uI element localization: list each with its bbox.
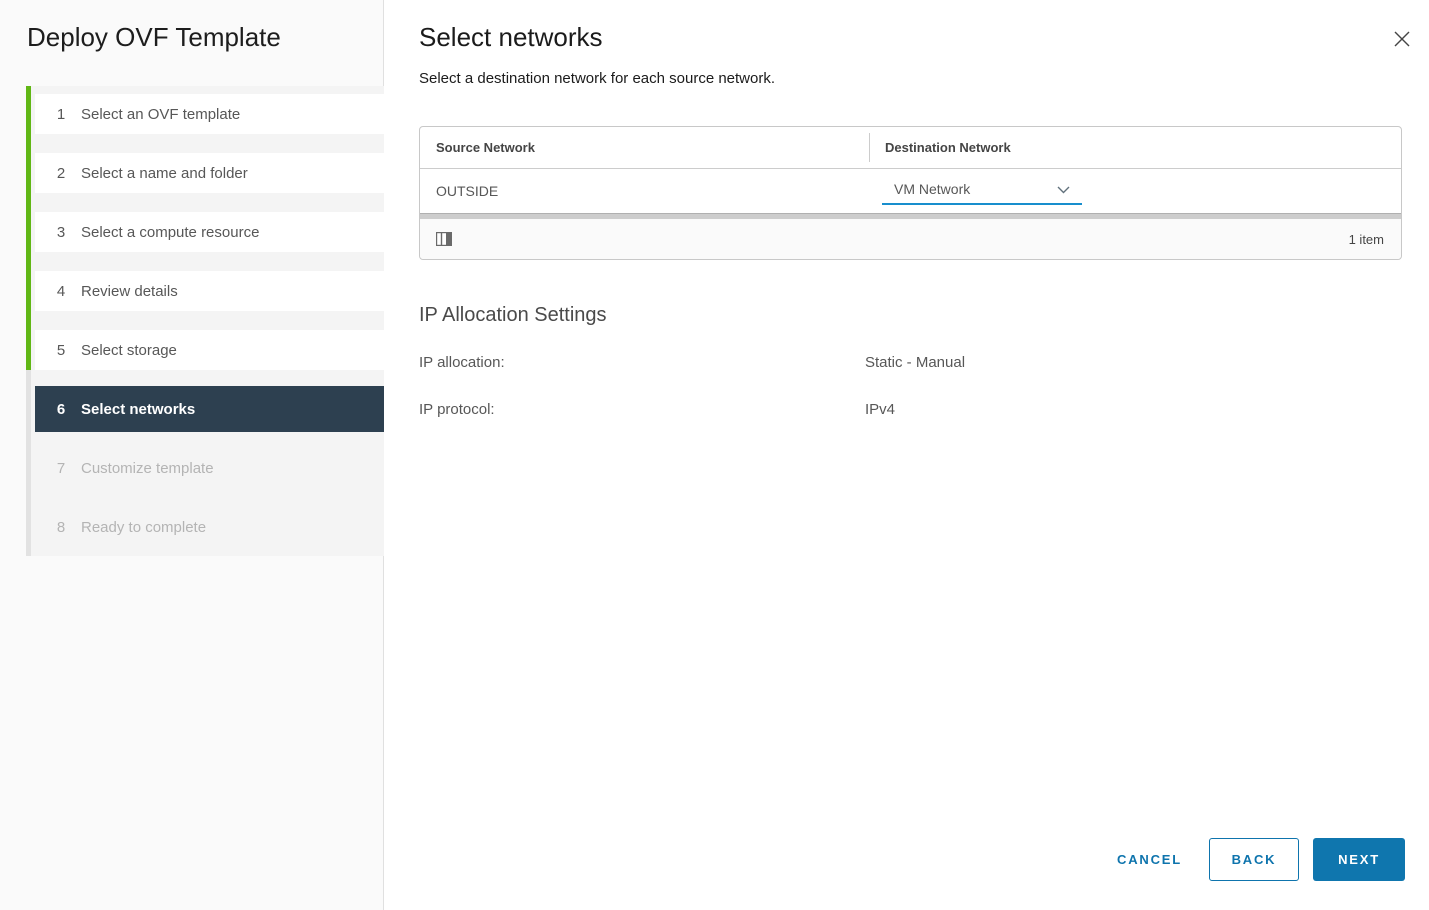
- page-title: Select networks: [419, 22, 603, 52]
- step-label: Customize template: [81, 459, 214, 477]
- next-button[interactable]: NEXT: [1313, 838, 1405, 881]
- column-header-source-network: Source Network: [436, 140, 535, 155]
- step-label: Select storage: [81, 341, 177, 359]
- destination-network-select[interactable]: VM Network: [882, 178, 1082, 205]
- step-item-customize-template: 7 Customize template: [35, 448, 384, 488]
- step-number: 4: [56, 282, 66, 300]
- columns-icon: [435, 231, 453, 249]
- column-picker-button[interactable]: [435, 231, 453, 249]
- step-label: Select a compute resource: [81, 223, 260, 241]
- step-item-review-details[interactable]: 4 Review details: [35, 271, 384, 311]
- ip-allocation-row: IP allocation: Static - Manual: [419, 354, 1429, 371]
- ip-protocol-label: IP protocol:: [419, 401, 495, 418]
- ip-allocation-heading: IP Allocation Settings: [419, 304, 607, 326]
- step-item-select-ovf-template[interactable]: 1 Select an OVF template: [35, 94, 384, 134]
- progress-bar-completed: [26, 86, 31, 370]
- ip-protocol-row: IP protocol: IPv4: [419, 401, 1429, 418]
- item-count: 1 item: [1348, 231, 1384, 247]
- step-number: 2: [56, 164, 66, 182]
- close-icon: [1391, 31, 1413, 53]
- step-item-select-networks[interactable]: 6 Select networks: [35, 386, 384, 432]
- step-number: 6: [56, 400, 66, 418]
- wizard-content-panel: Select networks Select a destination net…: [385, 0, 1429, 910]
- wizard-title: Deploy OVF Template: [27, 22, 281, 52]
- ip-allocation-label: IP allocation:: [419, 354, 505, 371]
- step-label: Review details: [81, 282, 178, 300]
- chevron-down-icon: [1057, 181, 1070, 197]
- column-divider: [869, 133, 870, 162]
- step-label: Select networks: [81, 400, 196, 418]
- column-header-label: Destination Network: [885, 140, 1011, 155]
- wizard-sidebar: Deploy OVF Template 1 Select an OVF temp…: [0, 0, 384, 910]
- network-mapping-table: Source Network Destination Network OUTSI…: [419, 126, 1402, 260]
- step-item-select-compute-resource[interactable]: 3 Select a compute resource: [35, 212, 384, 252]
- destination-network-cell: VM Network: [869, 178, 1401, 205]
- wizard-step-list: 1 Select an OVF template 2 Select a name…: [26, 86, 384, 556]
- table-header-row: Source Network Destination Network: [420, 127, 1401, 169]
- step-item-select-name-folder[interactable]: 2 Select a name and folder: [35, 153, 384, 193]
- step-number: 1: [56, 105, 66, 123]
- wizard-actions: CANCEL BACK NEXT: [1117, 838, 1405, 881]
- ip-allocation-value: Static - Manual: [865, 354, 966, 371]
- column-header-destination-network: Destination Network: [869, 127, 1401, 168]
- progress-bar-remaining: [26, 370, 31, 556]
- source-network-cell: OUTSIDE: [436, 183, 499, 199]
- step-item-select-storage[interactable]: 5 Select storage: [35, 330, 384, 370]
- table-footer: 1 item: [420, 219, 1401, 259]
- selected-network-label: VM Network: [894, 180, 971, 197]
- step-label: Select an OVF template: [81, 105, 241, 123]
- step-number: 8: [56, 518, 66, 536]
- page-subtitle: Select a destination network for each so…: [419, 70, 776, 87]
- table-row: OUTSIDE VM Network: [420, 169, 1401, 213]
- step-label: Select a name and folder: [81, 164, 248, 182]
- step-number: 5: [56, 341, 66, 359]
- ip-allocation-section: IP Allocation Settings IP allocation: St…: [419, 304, 1429, 418]
- step-number: 3: [56, 223, 66, 241]
- back-button[interactable]: BACK: [1209, 838, 1299, 881]
- step-item-ready-to-complete: 8 Ready to complete: [35, 507, 384, 547]
- step-label: Ready to complete: [81, 518, 207, 536]
- cancel-button[interactable]: CANCEL: [1117, 852, 1182, 867]
- step-number: 7: [56, 459, 66, 477]
- ip-protocol-value: IPv4: [865, 401, 896, 418]
- close-button[interactable]: [1391, 28, 1413, 50]
